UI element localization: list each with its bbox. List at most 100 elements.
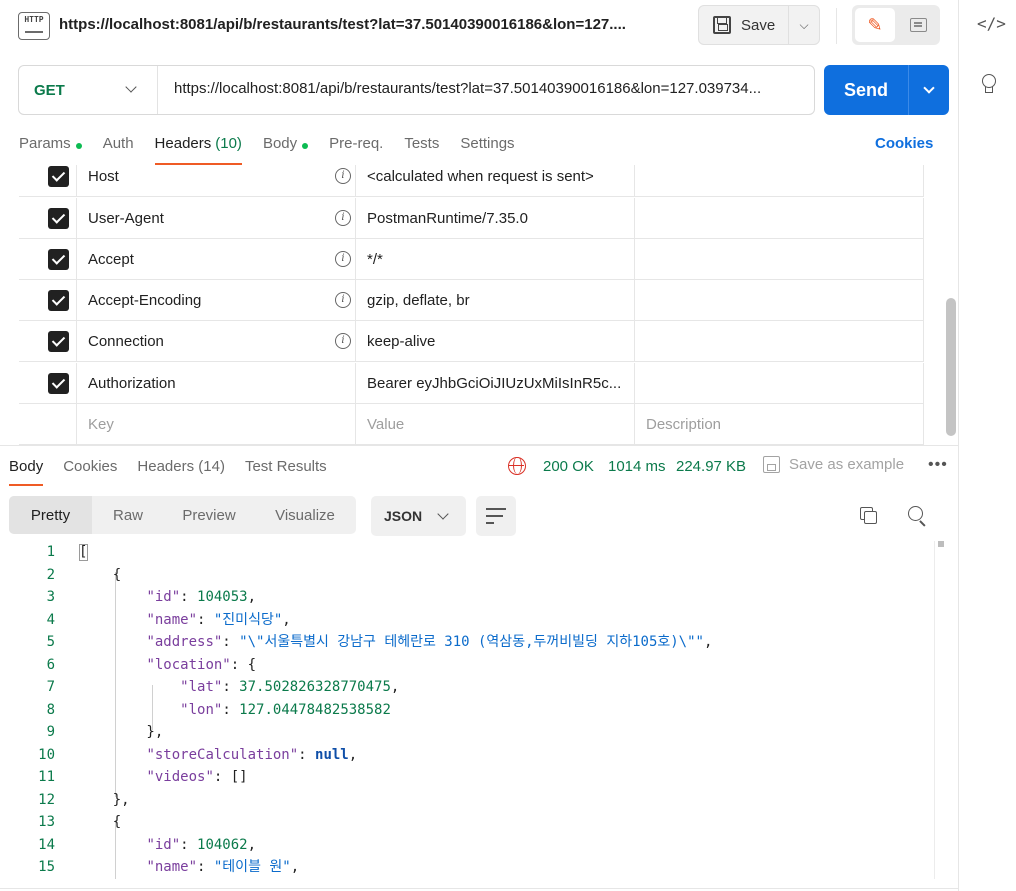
response-tab-cookies[interactable]: Cookies [63,456,117,486]
view-tab-raw[interactable]: Raw [92,496,164,534]
header-value[interactable]: */* [367,251,631,268]
response-tab-body[interactable]: Body [9,456,44,486]
headers-table: Host i <calculated when request is sent> … [19,165,924,445]
header-value[interactable]: keep-alive [367,333,631,350]
editor-scrollbar[interactable] [934,541,946,879]
response-tab-test-results[interactable]: Test Results [245,456,327,486]
tab-label: Headers [137,458,195,475]
code-line: 14 "id": 104062, [0,834,934,857]
header-key[interactable]: User-Agent [88,210,164,227]
tab-tests[interactable]: Tests [404,133,439,165]
value-placeholder[interactable]: Value [367,416,631,433]
code-text: "videos": [] [146,769,248,785]
save-disk-icon [713,16,731,34]
header-value[interactable]: PostmanRuntime/7.35.0 [367,210,631,227]
response-size[interactable]: 224.97 KB [676,458,746,475]
info-icon[interactable]: i [335,251,351,267]
header-enabled-checkbox[interactable] [48,166,69,187]
save-label: Save [741,16,776,34]
lightbulb-icon[interactable] [980,72,998,94]
save-options-dropdown[interactable]: ⌵ [788,6,819,44]
header-description[interactable] [635,280,924,321]
code-line: 3 "id": 104053, [0,586,934,609]
info-icon[interactable]: i [335,292,351,308]
description-placeholder[interactable]: Description [646,416,910,433]
send-button-group: Send [824,65,949,115]
chevron-down-icon: ⌵ [799,17,809,32]
header-description[interactable] [635,239,924,280]
code-line: 5 "address": "\"서울특별시 강남구 테헤란로 310 (역삼동,… [0,631,934,654]
header-key[interactable]: Authorization [88,375,176,392]
header-description[interactable] [635,363,924,404]
response-time[interactable]: 1014 ms [608,458,666,475]
view-tab-preview[interactable]: Preview [164,496,254,534]
line-number: 6 [46,656,55,673]
header-enabled-checkbox[interactable] [48,249,69,270]
cookies-link[interactable]: Cookies [875,135,933,152]
tab-label: Params [19,135,71,152]
send-options-dropdown[interactable] [908,65,949,115]
format-select[interactable]: JSON [371,496,466,536]
line-number: 11 [38,769,55,785]
info-icon[interactable]: i [335,333,351,349]
wrap-icon [486,508,506,510]
header-value[interactable]: <calculated when request is sent> [367,168,631,185]
response-tab-headers[interactable]: Headers (14) [137,456,225,486]
header-enabled-checkbox[interactable] [48,208,69,229]
response-tabs: Body Cookies Headers (14) Test Results [9,456,347,486]
code-text: "address": "\"서울특별시 강남구 테헤란로 310 (역삼동,두꺼… [146,634,713,650]
copy-icon[interactable] [860,507,878,525]
tab-label: Tests [404,135,440,152]
view-tab-visualize[interactable]: Visualize [254,496,356,534]
request-scrollbar[interactable] [946,298,956,436]
header-enabled-checkbox[interactable] [48,373,69,394]
info-icon[interactable]: i [335,210,351,226]
comment-mode-button[interactable] [898,8,938,42]
url-input[interactable]: https://localhost:8081/api/b/restaurants… [174,80,809,97]
header-enabled-checkbox[interactable] [48,331,69,352]
tab-body[interactable]: Body [263,133,309,165]
response-body-editor[interactable]: 1[2 {3 "id": 104053, 4 "name": "진미식당", 5 "… [0,541,934,879]
header-key[interactable]: Connection [88,333,164,350]
tab-label: Pre-req. [329,135,384,152]
more-options-icon[interactable]: ••• [928,456,948,474]
globe-icon[interactable] [508,457,526,475]
status-code[interactable]: 200 OK [543,458,594,475]
request-title[interactable]: https://localhost:8081/api/b/restaurants… [59,16,626,33]
view-tab-pretty[interactable]: Pretty [9,496,92,534]
tab-settings[interactable]: Settings [460,133,514,165]
header-enabled-checkbox[interactable] [48,290,69,311]
header-value[interactable]: Bearer eyJhbGciOiJIUzUxMiIsInR5c... [367,375,631,392]
save-button[interactable]: Save [699,6,788,44]
key-placeholder[interactable]: Key [88,416,114,433]
header-key[interactable]: Accept-Encoding [88,292,201,309]
search-icon[interactable] [908,506,928,527]
code-text: }, [79,791,130,808]
chevron-down-icon [125,81,137,93]
tab-headers[interactable]: Headers (10) [154,133,243,165]
header-description[interactable] [635,321,924,362]
tab-params[interactable]: Params [19,133,82,165]
header-description[interactable] [635,165,924,197]
table-row: User-Agent i PostmanRuntime/7.35.0 [19,198,924,239]
line-number: 5 [46,634,55,650]
response-divider[interactable] [0,445,958,446]
header-description[interactable] [635,198,924,239]
header-value[interactable]: gzip, deflate, br [367,292,631,309]
edit-mode-button[interactable]: ✎ [855,8,895,42]
send-button[interactable]: Send [824,65,908,115]
save-as-example-button[interactable]: Save as example [763,456,904,473]
wrap-lines-button[interactable] [476,496,516,536]
line-number: 15 [38,859,55,875]
code-snippet-icon[interactable]: </> [977,14,1006,36]
info-icon[interactable]: i [335,168,351,184]
method-select[interactable]: GET [19,66,158,114]
line-number: 8 [46,701,55,718]
code-line: 1[ [0,541,934,564]
tab-pre-request[interactable]: Pre-req. [329,133,383,165]
tab-auth[interactable]: Auth [103,133,134,165]
code-text: "id": 104053, [146,589,257,605]
header-key[interactable]: Host [88,168,119,185]
header-key[interactable]: Accept [88,251,134,268]
code-text: "lat": 37.502826328770475, [180,679,400,695]
